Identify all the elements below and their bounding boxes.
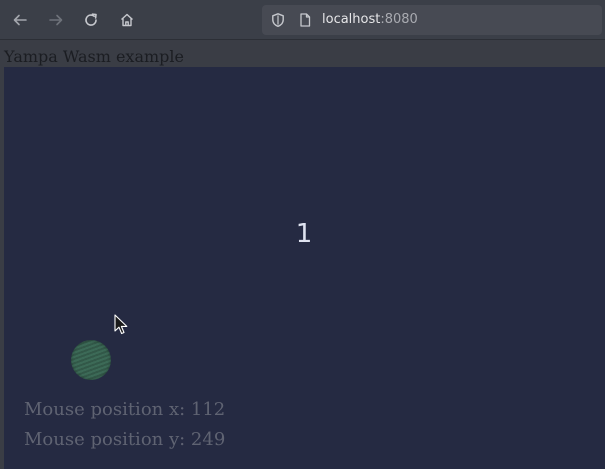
home-icon (121, 13, 133, 27)
forward-arrow-icon (49, 14, 63, 26)
reload-icon (85, 13, 97, 26)
ball-sprite (71, 340, 111, 380)
mouse-cursor-icon (114, 314, 128, 335)
forward-button[interactable] (44, 8, 68, 32)
browser-toolbar: localhost:8080 (0, 0, 605, 40)
url-text[interactable]: localhost:8080 (322, 11, 418, 29)
counter-value: 1 (295, 219, 313, 249)
reload-button[interactable] (79, 8, 103, 32)
page-title: Yampa Wasm example (4, 47, 184, 66)
back-button[interactable] (8, 8, 32, 32)
address-bar[interactable]: localhost:8080 (262, 5, 602, 35)
shield-icon[interactable] (270, 12, 286, 32)
mouse-position-y: Mouse position y: 249 (24, 429, 226, 450)
mouse-position-x: Mouse position x: 112 (24, 399, 226, 420)
home-button[interactable] (115, 8, 139, 32)
back-arrow-icon (13, 14, 27, 26)
url-host: localhost (322, 12, 381, 27)
url-port: :8080 (380, 12, 418, 27)
page-icon[interactable] (297, 12, 313, 32)
page-content: Yampa Wasm example 1 Mouse position x: 1… (0, 40, 605, 469)
game-canvas[interactable]: 1 Mouse position x: 112 Mouse position y… (4, 67, 605, 469)
